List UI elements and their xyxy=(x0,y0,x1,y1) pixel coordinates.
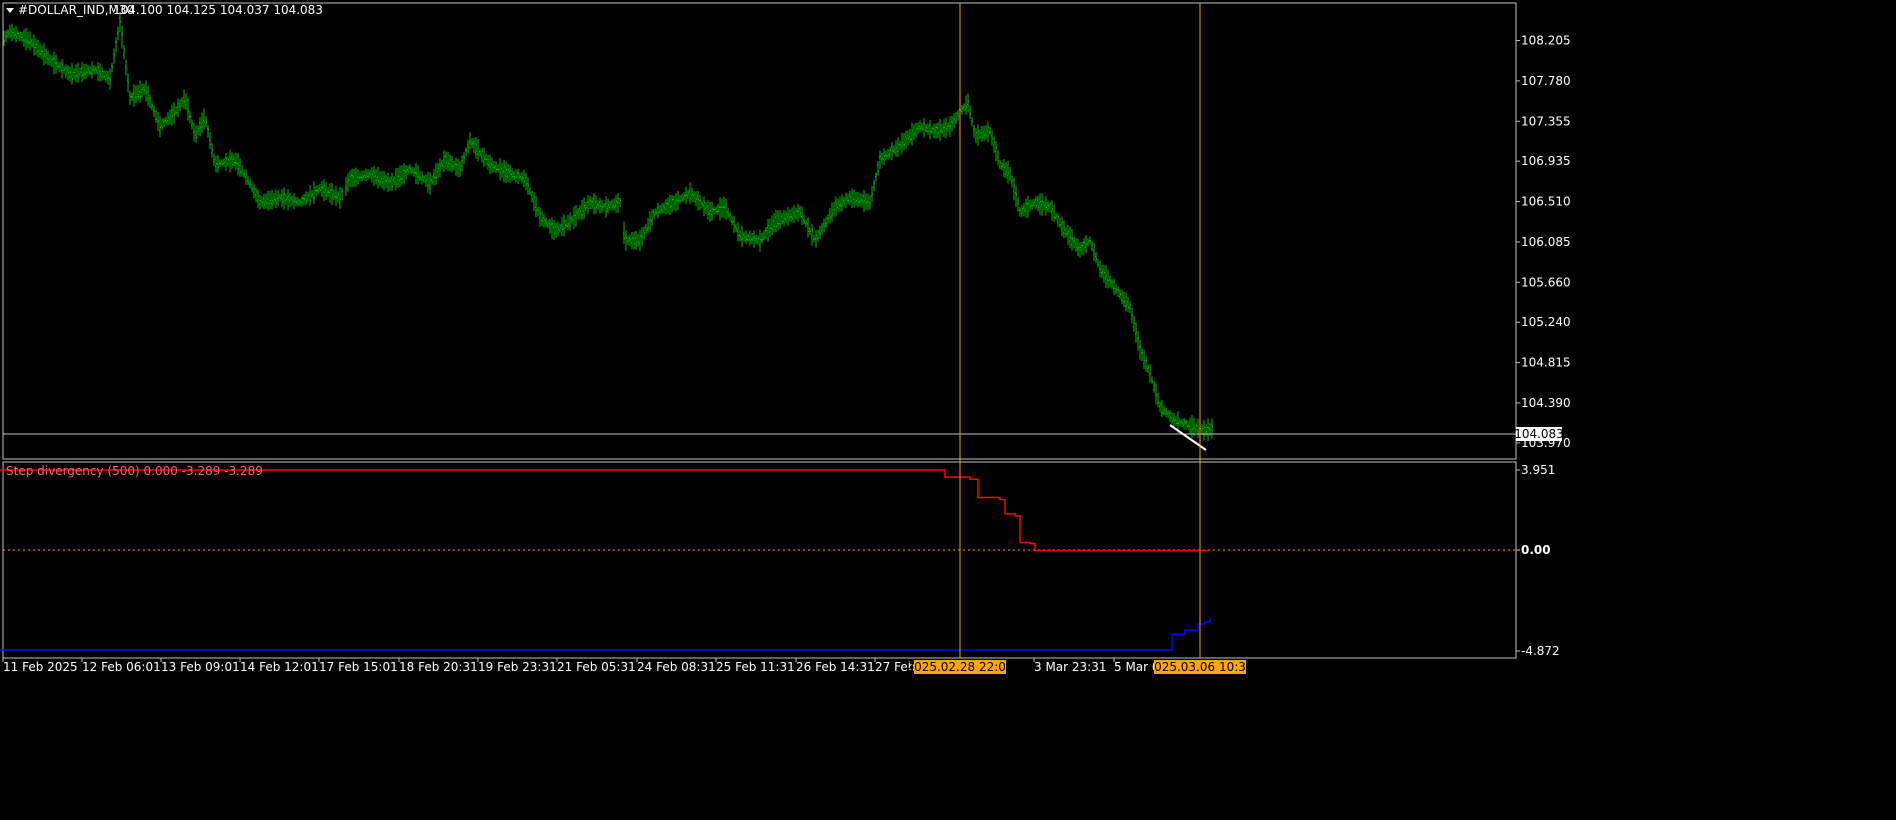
time-tick-label: 21 Feb 05:31 xyxy=(557,660,636,674)
indicator-tick-label: 3.951 xyxy=(1521,463,1555,477)
time-tick-label: 19 Feb 23:31 xyxy=(478,660,557,674)
price-tick-label: 104.390 xyxy=(1521,396,1571,410)
time-marker-label-1: 2025.02.28 22:01 xyxy=(906,660,1013,674)
time-tick-label: 25 Feb 11:31 xyxy=(716,660,795,674)
price-tick-label: 104.815 xyxy=(1521,356,1571,370)
chart-canvas[interactable]: 108.205 107.780 107.355 106.935 106.510 106.0… xyxy=(0,0,1896,820)
price-tick-label: 106.935 xyxy=(1521,154,1571,168)
price-tick-label: 108.205 xyxy=(1521,34,1571,48)
indicator-tick-label: -4.872 xyxy=(1521,644,1560,658)
time-marker-label-2: 2025.03.06 10:31 xyxy=(1146,660,1253,674)
blue-divergence-line xyxy=(0,617,1211,651)
price-axis: 108.205 107.780 107.355 106.935 106.510 106.0… xyxy=(1516,34,1571,450)
price-tick-label: 105.660 xyxy=(1521,275,1571,289)
indicator-pane-frame xyxy=(2,461,1517,659)
price-tick-label: 106.085 xyxy=(1521,235,1571,249)
price-tick-label: 107.355 xyxy=(1521,114,1571,128)
ohlc-values: 104.100 104.125 104.037 104.083 xyxy=(113,3,323,17)
price-tick-label: 105.240 xyxy=(1521,315,1571,329)
last-price-label: 104.083 xyxy=(1514,427,1564,441)
indicator-tick-label: 0.00 xyxy=(1521,543,1551,557)
time-tick-label: 11 Feb 2025 xyxy=(3,660,78,674)
time-tick-label: 24 Feb 08:31 xyxy=(637,660,716,674)
indicator-label: Step divergency (500) 0.000 -3.289 -3.28… xyxy=(6,464,263,478)
price-tick-label: 106.510 xyxy=(1521,195,1571,209)
time-tick-label: 12 Feb 06:01 xyxy=(82,660,161,674)
time-tick-label: 3 Mar 23:31 xyxy=(1034,660,1107,674)
collapse-arrow-icon[interactable] xyxy=(6,8,14,13)
time-tick-label: 18 Feb 20:31 xyxy=(399,660,478,674)
price-tick-label: 107.780 xyxy=(1521,74,1571,88)
price-candles xyxy=(3,12,1213,442)
indicator-axis: 3.951 0.00 -4.872 xyxy=(1516,463,1560,658)
time-tick-label: 13 Feb 09:01 xyxy=(161,660,240,674)
time-tick-label: 17 Feb 15:01 xyxy=(319,660,398,674)
time-tick-label: 14 Feb 12:01 xyxy=(240,660,319,674)
time-tick-label: 26 Feb 14:31 xyxy=(796,660,875,674)
red-divergence-line xyxy=(0,469,1210,552)
